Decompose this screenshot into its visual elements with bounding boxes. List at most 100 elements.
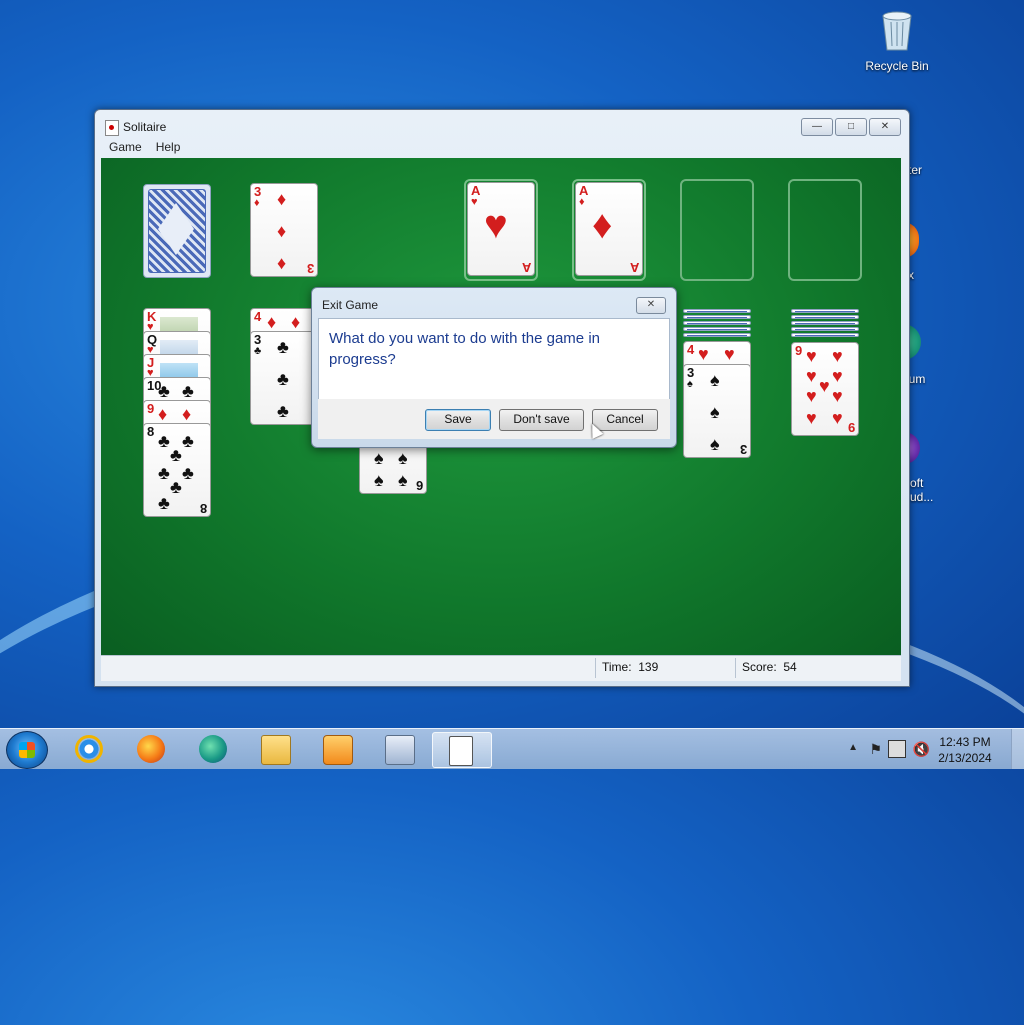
waste-card[interactable]: 3 ♦ ♦ ♦ ♦ 3 [250, 183, 318, 277]
stock-pile[interactable] [143, 184, 211, 278]
heart-icon: ♥ [484, 203, 508, 247]
taskbar-games[interactable] [374, 732, 424, 766]
time-display: Time: 139 [602, 660, 658, 674]
tableau-card-top[interactable]: 8 ♣ ♣ ♣ ♣ ♣ ♣ ♣ 8 [143, 423, 211, 517]
show-desktop-button[interactable] [1011, 729, 1024, 769]
heart-icon: ♥ [806, 366, 817, 386]
tableau-card-top[interactable]: 3 ♠ ♠ ♠ ♠ 3 [683, 364, 751, 458]
minimize-button[interactable]: — [801, 118, 833, 136]
solitaire-app-icon [105, 120, 119, 136]
face-down-card-edge [683, 309, 751, 313]
foundation-slot-3[interactable] [680, 179, 754, 281]
diamond-icon: ♦ [277, 221, 287, 241]
club-icon: ♣ [170, 445, 182, 465]
menu-bar: Game Help [101, 140, 180, 156]
tableau-card-top[interactable]: 3 ♣ ♣ ♣ ♣ [250, 331, 318, 425]
close-button[interactable]: ✕ [869, 118, 901, 136]
taskbar: ▲ ⚑ 🔇 12:43 PM 2/13/2024 [0, 728, 1024, 769]
clock-date: 2/13/2024 [938, 751, 992, 765]
desktop-icon-label-partial[interactable]: oft ud... [910, 476, 933, 504]
face-down-card-edge [791, 315, 859, 319]
taskbar-internet-explorer[interactable] [64, 732, 114, 766]
card-rank-corner: A [521, 260, 531, 275]
start-button[interactable] [6, 731, 48, 769]
diamond-icon: ♦ [579, 196, 585, 208]
diamond-icon: ♦ [592, 203, 613, 247]
diamond-icon: ♦ [182, 404, 192, 424]
spade-icon: ♠ [374, 470, 384, 490]
taskbar-solitaire[interactable] [432, 732, 492, 768]
face-down-card-edge [683, 321, 751, 325]
spade-icon: ♠ [710, 370, 720, 390]
heart-icon: ♥ [832, 408, 843, 428]
club-icon: ♣ [170, 477, 182, 497]
firefox-icon [137, 735, 165, 763]
tableau-card-top[interactable]: 9 ♥ ♥ ♥ ♥ ♥ ♥ ♥ ♥ ♥ 9 [791, 342, 859, 436]
recycle-bin-icon [882, 11, 912, 51]
status-separator [735, 658, 736, 678]
heart-icon: ♥ [471, 196, 478, 208]
spade-icon: ♠ [398, 448, 408, 468]
spade-icon: ♠ [398, 470, 408, 490]
taskbar-file-explorer[interactable] [250, 732, 300, 766]
partial-label-line-1: oft [910, 476, 924, 490]
diamond-icon: ♦ [291, 312, 301, 332]
club-icon: ♣ [158, 431, 170, 451]
status-separator [595, 658, 596, 678]
face-down-card-edge [683, 333, 751, 337]
maximize-button[interactable]: □ [835, 118, 867, 136]
solitaire-icon [449, 736, 473, 766]
menu-game[interactable]: Game [109, 140, 142, 156]
score-label: Score: [742, 660, 777, 674]
face-down-card-edge [683, 315, 751, 319]
desktop-icon-recycle-bin[interactable]: Recycle Bin [857, 8, 937, 73]
menu-help[interactable]: Help [156, 140, 181, 156]
face-down-card-edge [791, 321, 859, 325]
dialog-close-button[interactable]: ✕ [636, 297, 666, 314]
club-icon: ♣ [158, 493, 170, 513]
games-icon [385, 735, 415, 765]
card-rank-corner: 3 [739, 442, 747, 457]
show-hidden-icons-icon[interactable]: ▲ [848, 742, 858, 753]
volume-muted-icon[interactable]: 🔇 [913, 741, 930, 758]
desktop-icon-label-partial[interactable]: ter [908, 163, 922, 177]
partial-label-line-2: ud... [910, 490, 934, 504]
foundation-slot-4[interactable] [788, 179, 862, 281]
club-icon: ♣ [182, 381, 194, 401]
club-icon: ♣ [158, 463, 170, 483]
clock-time: 12:43 PM [939, 735, 991, 749]
dialog-message: What do you want to do with the game in … [329, 330, 600, 368]
taskbar-firefox[interactable] [126, 732, 176, 766]
spade-icon: ♠ [710, 434, 720, 454]
time-value: 139 [638, 660, 659, 674]
foundation-card-1[interactable]: A ♥ ♥ A [467, 182, 535, 276]
heart-icon: ♥ [724, 344, 735, 364]
cancel-button[interactable]: Cancel [592, 409, 658, 431]
media-player-icon [323, 735, 353, 765]
heart-icon: ♥ [806, 408, 817, 428]
club-icon: ♣ [277, 401, 289, 421]
card-rank: 9 [147, 401, 155, 416]
club-icon: ♣ [277, 337, 289, 357]
face-down-card-edge [791, 327, 859, 331]
taskbar-media-player[interactable] [312, 732, 362, 766]
spade-icon: ♠ [687, 378, 693, 390]
dialog-title: Exit Game [322, 298, 379, 312]
heart-icon: ♥ [806, 346, 817, 366]
action-center-flag-icon[interactable]: ⚑ [869, 741, 882, 758]
window-controls: — □ ✕ [801, 118, 901, 136]
dont-save-button[interactable]: Don't save [499, 409, 584, 431]
clock[interactable]: 12:43 PM 2/13/2024 [930, 734, 1000, 766]
score-value: 54 [783, 660, 797, 674]
diamond-icon: ♦ [277, 253, 287, 273]
spade-icon: ♠ [374, 448, 384, 468]
face-down-card-edge [683, 327, 751, 331]
foundation-card-2[interactable]: A ♦ ♦ A [575, 182, 643, 276]
save-button[interactable]: Save [425, 409, 491, 431]
time-label: Time: [602, 660, 632, 674]
diamond-icon: ♦ [267, 312, 277, 332]
taskbar-edge[interactable] [188, 732, 238, 766]
score-display: Score: 54 [742, 660, 797, 674]
network-icon[interactable] [888, 740, 906, 758]
edge-icon [199, 735, 227, 763]
